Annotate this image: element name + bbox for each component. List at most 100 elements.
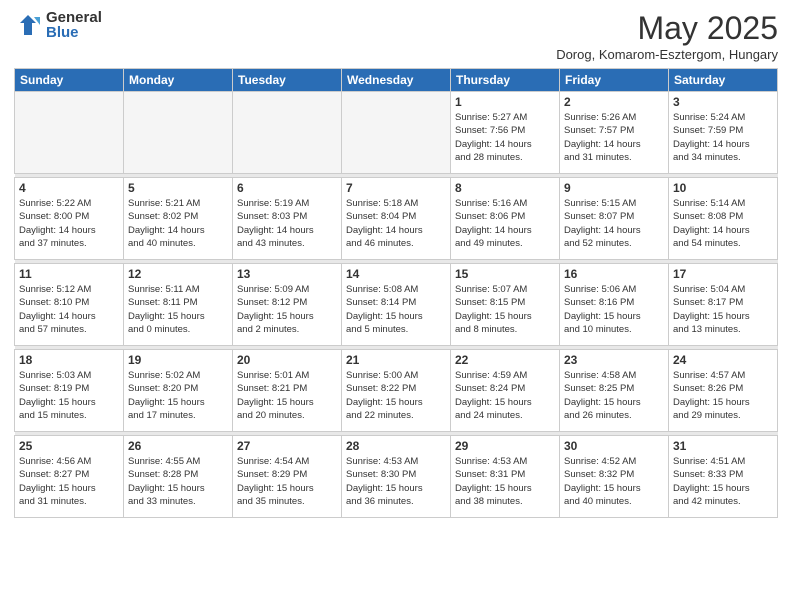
- calendar-cell: 5 Sunrise: 5:21 AMSunset: 8:02 PMDaylight…: [124, 178, 233, 260]
- cell-date: 13: [237, 267, 337, 281]
- calendar-cell: 31 Sunrise: 4:51 AMSunset: 8:33 PMDayligh…: [669, 436, 778, 518]
- cell-info: Sunrise: 5:26 AMSunset: 7:57 PMDaylight:…: [564, 111, 664, 164]
- calendar-cell: 14 Sunrise: 5:08 AMSunset: 8:14 PMDayligh…: [342, 264, 451, 346]
- cell-info: Sunrise: 5:18 AMSunset: 8:04 PMDaylight:…: [346, 197, 446, 250]
- cell-date: 27: [237, 439, 337, 453]
- cell-date: 11: [19, 267, 119, 281]
- logo: General Blue: [14, 10, 102, 40]
- cell-info: Sunrise: 4:52 AMSunset: 8:32 PMDaylight:…: [564, 455, 664, 508]
- calendar-cell: [15, 92, 124, 174]
- cell-info: Sunrise: 5:19 AMSunset: 8:03 PMDaylight:…: [237, 197, 337, 250]
- cell-info: Sunrise: 5:22 AMSunset: 8:00 PMDaylight:…: [19, 197, 119, 250]
- week-row-5: 25Sunrise: 4:56 AMSunset: 8:27 PMDayligh…: [15, 436, 778, 518]
- cell-info: Sunrise: 5:00 AMSunset: 8:22 PMDaylight:…: [346, 369, 446, 422]
- calendar-cell: 17Sunrise: 5:04 AMSunset: 8:17 PMDayligh…: [669, 264, 778, 346]
- cell-info: Sunrise: 5:12 AMSunset: 8:10 PMDaylight:…: [19, 283, 119, 336]
- cell-info: Sunrise: 4:53 AMSunset: 8:30 PMDaylight:…: [346, 455, 446, 508]
- cell-date: 6: [237, 181, 337, 195]
- calendar-cell: 16Sunrise: 5:06 AMSunset: 8:16 PMDayligh…: [560, 264, 669, 346]
- calendar-cell: 19 Sunrise: 5:02 AMSunset: 8:20 PMDayligh…: [124, 350, 233, 432]
- calendar-cell: 30 Sunrise: 4:52 AMSunset: 8:32 PMDayligh…: [560, 436, 669, 518]
- cell-date: 30: [564, 439, 664, 453]
- calendar-cell: 10 Sunrise: 5:14 AMSunset: 8:08 PMDayligh…: [669, 178, 778, 260]
- subtitle: Dorog, Komarom-Esztergom, Hungary: [556, 47, 778, 62]
- calendar-cell: 21 Sunrise: 5:00 AMSunset: 8:22 PMDayligh…: [342, 350, 451, 432]
- cell-date: 21: [346, 353, 446, 367]
- header-row: SundayMondayTuesdayWednesdayThursdayFrid…: [15, 69, 778, 92]
- cell-date: 14: [346, 267, 446, 281]
- cell-date: 1: [455, 95, 555, 109]
- cell-date: 2: [564, 95, 664, 109]
- calendar-cell: 9 Sunrise: 5:15 AMSunset: 8:07 PMDaylight…: [560, 178, 669, 260]
- day-header-monday: Monday: [124, 69, 233, 92]
- cell-info: Sunrise: 5:07 AMSunset: 8:15 PMDaylight:…: [455, 283, 555, 336]
- cell-date: 22: [455, 353, 555, 367]
- calendar-cell: 23Sunrise: 4:58 AMSunset: 8:25 PMDayligh…: [560, 350, 669, 432]
- day-header-saturday: Saturday: [669, 69, 778, 92]
- logo-general-text: General: [46, 10, 102, 25]
- cell-info: Sunrise: 5:01 AMSunset: 8:21 PMDaylight:…: [237, 369, 337, 422]
- month-title: May 2025: [556, 10, 778, 47]
- calendar-cell: 3Sunrise: 5:24 AMSunset: 7:59 PMDaylight…: [669, 92, 778, 174]
- cell-date: 10: [673, 181, 773, 195]
- cell-info: Sunrise: 5:15 AMSunset: 8:07 PMDaylight:…: [564, 197, 664, 250]
- cell-info: Sunrise: 4:59 AMSunset: 8:24 PMDaylight:…: [455, 369, 555, 422]
- cell-date: 4: [19, 181, 119, 195]
- cell-date: 25: [19, 439, 119, 453]
- cell-date: 18: [19, 353, 119, 367]
- header: General Blue May 2025 Dorog, Komarom-Esz…: [14, 10, 778, 62]
- calendar-cell: 2 Sunrise: 5:26 AMSunset: 7:57 PMDaylight…: [560, 92, 669, 174]
- calendar-container: General Blue May 2025 Dorog, Komarom-Esz…: [0, 0, 792, 612]
- day-header-sunday: Sunday: [15, 69, 124, 92]
- cell-info: Sunrise: 5:03 AMSunset: 8:19 PMDaylight:…: [19, 369, 119, 422]
- calendar-cell: 4 Sunrise: 5:22 AMSunset: 8:00 PMDaylight…: [15, 178, 124, 260]
- calendar-cell: 7 Sunrise: 5:18 AMSunset: 8:04 PMDaylight…: [342, 178, 451, 260]
- cell-info: Sunrise: 4:57 AMSunset: 8:26 PMDaylight:…: [673, 369, 773, 422]
- cell-date: 9: [564, 181, 664, 195]
- calendar-cell: 12Sunrise: 5:11 AMSunset: 8:11 PMDayligh…: [124, 264, 233, 346]
- cell-date: 20: [237, 353, 337, 367]
- title-area: May 2025 Dorog, Komarom-Esztergom, Hunga…: [556, 10, 778, 62]
- cell-info: Sunrise: 5:14 AMSunset: 8:08 PMDaylight:…: [673, 197, 773, 250]
- calendar-cell: 29 Sunrise: 4:53 AMSunset: 8:31 PMDayligh…: [451, 436, 560, 518]
- calendar-cell: 20 Sunrise: 5:01 AMSunset: 8:21 PMDayligh…: [233, 350, 342, 432]
- cell-date: 28: [346, 439, 446, 453]
- cell-date: 5: [128, 181, 228, 195]
- week-row-3: 11 Sunrise: 5:12 AMSunset: 8:10 PMDayligh…: [15, 264, 778, 346]
- cell-date: 17: [673, 267, 773, 281]
- calendar-cell: 13Sunrise: 5:09 AMSunset: 8:12 PMDayligh…: [233, 264, 342, 346]
- cell-date: 7: [346, 181, 446, 195]
- calendar-cell: 6 Sunrise: 5:19 AMSunset: 8:03 PMDaylight…: [233, 178, 342, 260]
- week-row-4: 18 Sunrise: 5:03 AMSunset: 8:19 PMDayligh…: [15, 350, 778, 432]
- cell-date: 31: [673, 439, 773, 453]
- cell-date: 16: [564, 267, 664, 281]
- calendar-cell: 25Sunrise: 4:56 AMSunset: 8:27 PMDayligh…: [15, 436, 124, 518]
- day-header-thursday: Thursday: [451, 69, 560, 92]
- cell-info: Sunrise: 5:24 AMSunset: 7:59 PMDaylight:…: [673, 111, 773, 164]
- cell-info: Sunrise: 5:11 AMSunset: 8:11 PMDaylight:…: [128, 283, 228, 336]
- calendar-cell: 22 Sunrise: 4:59 AMSunset: 8:24 PMDayligh…: [451, 350, 560, 432]
- calendar-cell: [233, 92, 342, 174]
- cell-date: 15: [455, 267, 555, 281]
- cell-info: Sunrise: 4:53 AMSunset: 8:31 PMDaylight:…: [455, 455, 555, 508]
- cell-info: Sunrise: 5:02 AMSunset: 8:20 PMDaylight:…: [128, 369, 228, 422]
- cell-date: 19: [128, 353, 228, 367]
- calendar-cell: 8Sunrise: 5:16 AMSunset: 8:06 PMDaylight…: [451, 178, 560, 260]
- logo-icon: [14, 11, 42, 39]
- cell-date: 24: [673, 353, 773, 367]
- logo-text: General Blue: [46, 10, 102, 40]
- cell-info: Sunrise: 4:51 AMSunset: 8:33 PMDaylight:…: [673, 455, 773, 508]
- calendar-cell: 15 Sunrise: 5:07 AMSunset: 8:15 PMDayligh…: [451, 264, 560, 346]
- cell-date: 29: [455, 439, 555, 453]
- cell-info: Sunrise: 4:54 AMSunset: 8:29 PMDaylight:…: [237, 455, 337, 508]
- cell-info: Sunrise: 5:21 AMSunset: 8:02 PMDaylight:…: [128, 197, 228, 250]
- cell-info: Sunrise: 4:58 AMSunset: 8:25 PMDaylight:…: [564, 369, 664, 422]
- week-row-1: 1 Sunrise: 5:27 AMSunset: 7:56 PMDaylight…: [15, 92, 778, 174]
- calendar-cell: 28 Sunrise: 4:53 AMSunset: 8:30 PMDayligh…: [342, 436, 451, 518]
- cell-date: 26: [128, 439, 228, 453]
- cell-info: Sunrise: 5:08 AMSunset: 8:14 PMDaylight:…: [346, 283, 446, 336]
- calendar-table: SundayMondayTuesdayWednesdayThursdayFrid…: [14, 68, 778, 518]
- cell-date: 8: [455, 181, 555, 195]
- calendar-cell: [342, 92, 451, 174]
- cell-info: Sunrise: 5:27 AMSunset: 7:56 PMDaylight:…: [455, 111, 555, 164]
